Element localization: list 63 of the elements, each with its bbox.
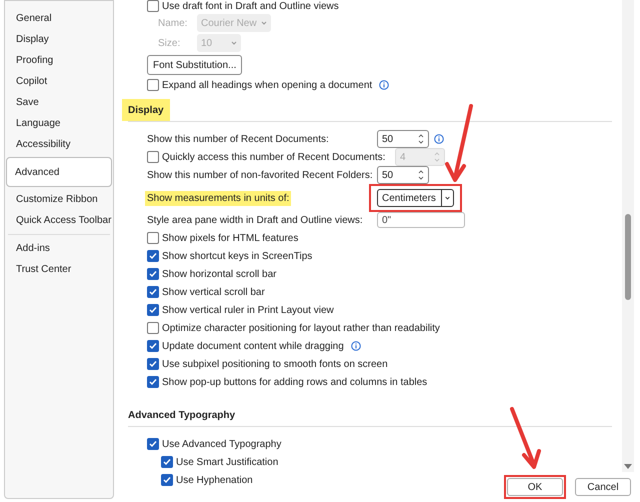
sidebar-item[interactable]: Proofing	[8, 50, 110, 71]
sidebar-item[interactable]: Advanced	[6, 157, 112, 187]
cancel-button[interactable]: Cancel	[575, 478, 631, 496]
checkbox[interactable]	[147, 322, 159, 334]
option-label: Show this number of Recent Documents:	[147, 132, 329, 146]
ok-button[interactable]: OK	[507, 478, 563, 496]
sidebar-item[interactable]: Accessibility	[8, 134, 110, 155]
option-label: Use subpixel positioning to smooth fonts on screen	[162, 358, 388, 372]
units-dropdown[interactable]: Centimeters	[377, 189, 454, 207]
checkbox[interactable]	[147, 358, 159, 370]
checkbox[interactable]	[147, 438, 159, 450]
checkbox[interactable]	[147, 250, 159, 262]
sidebar-item[interactable]: Copilot	[8, 71, 110, 92]
info-icon[interactable]	[379, 80, 390, 90]
spinner-arrows-icon[interactable]	[418, 133, 424, 145]
sidebar-item[interactable]: Customize Ribbon	[8, 189, 110, 210]
info-icon[interactable]	[434, 134, 444, 144]
checkbox[interactable]	[147, 340, 159, 352]
spinner-arrows-icon[interactable]	[418, 169, 424, 181]
option-label: Style area pane width in Draft and Outline views:	[147, 214, 363, 228]
sidebar-item[interactable]: Add-ins	[8, 238, 110, 259]
option-label: Show measurements in units of:	[145, 190, 292, 206]
checkbox[interactable]	[161, 474, 173, 486]
font-substitution-button[interactable]: Font Substitution...	[147, 55, 242, 75]
sidebar-item[interactable]: Quick Access Toolbar	[8, 210, 110, 231]
option-label: Quickly access this number of Recent Documents:	[162, 150, 386, 164]
width-field[interactable]: 0"	[377, 212, 465, 228]
checkbox[interactable]	[147, 304, 159, 316]
checkbox[interactable]	[147, 376, 159, 388]
option-label: Use draft font in Draft and Outline views	[162, 0, 339, 14]
checkbox[interactable]	[147, 232, 159, 244]
option-label: Show shortcut keys in ScreenTips	[162, 250, 312, 264]
option-label: Use Smart Justification	[176, 456, 278, 470]
checkbox[interactable]	[147, 286, 159, 298]
checkbox[interactable]	[161, 456, 173, 468]
scroll-down-icon[interactable]	[624, 464, 632, 470]
sidebar-item[interactable]: Display	[8, 29, 110, 50]
sidebar-item[interactable]: General	[8, 8, 110, 29]
number-spinner[interactable]: 50	[377, 166, 429, 184]
option-label: Show pixels for HTML features	[162, 232, 298, 246]
option-label: Use Advanced Typography	[162, 438, 282, 452]
option-label: Show horizontal scroll bar	[162, 268, 276, 282]
option-label: Use Hyphenation	[176, 474, 253, 488]
option-label: Optimize character positioning for layout rather than readability	[162, 322, 440, 336]
sidebar-item[interactable]: Save	[8, 92, 110, 113]
option-label: Show this number of non-favorited Recent Folders:	[147, 168, 373, 182]
field-label: Size:	[158, 36, 182, 50]
section-heading: Display	[122, 99, 170, 121]
option-label: Expand all headings when opening a document	[162, 78, 372, 92]
checkbox[interactable]	[147, 79, 159, 91]
sidebar-item[interactable]: Language	[8, 113, 110, 134]
option-label: Update document content while dragging	[162, 340, 344, 354]
checkbox[interactable]	[147, 268, 159, 280]
option-label: Show vertical scroll bar	[162, 286, 265, 300]
section-heading: Advanced Typography	[127, 408, 236, 422]
option-label: Show vertical ruler in Print Layout view	[162, 304, 334, 318]
checkbox[interactable]	[147, 0, 159, 12]
option-label: Show pop-up buttons for adding rows and columns in tables	[162, 376, 428, 390]
sidebar-item[interactable]: Trust Center	[8, 259, 110, 280]
info-icon[interactable]	[350, 341, 361, 351]
number-spinner[interactable]: 50	[377, 130, 429, 148]
field-label: Name:	[158, 16, 188, 30]
scrollbar[interactable]	[622, 0, 634, 472]
